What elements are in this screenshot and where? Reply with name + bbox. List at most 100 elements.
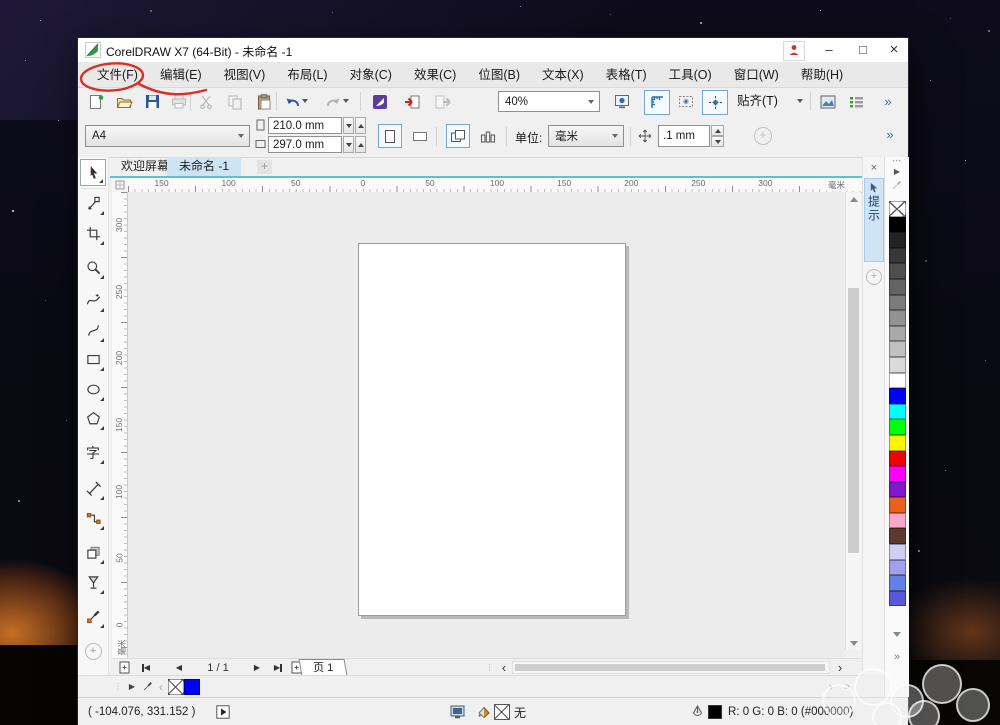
menu-item[interactable]: 视图(V) — [213, 62, 277, 88]
crop-tool[interactable] — [80, 220, 106, 247]
palette-swatch[interactable] — [888, 278, 906, 295]
palette-swatch[interactable] — [888, 388, 906, 404]
horizontal-scrollbar[interactable] — [512, 661, 830, 674]
polygon-tool[interactable] — [80, 405, 106, 432]
page-1-tab[interactable]: 页 1 — [298, 659, 348, 676]
menu-item[interactable]: 工具(O) — [658, 62, 723, 88]
redo-icon[interactable] — [321, 90, 345, 113]
palette-swatch[interactable] — [888, 325, 906, 342]
palette-swatch[interactable] — [888, 247, 906, 264]
drawing-canvas[interactable] — [128, 192, 845, 658]
doc-palette-eyedropper-icon[interactable] — [140, 678, 154, 695]
close-button[interactable]: × — [881, 40, 907, 60]
maximize-button[interactable]: □ — [850, 40, 876, 60]
doc-palette-flyout-icon[interactable]: ▶ — [126, 678, 138, 695]
palette-swatch[interactable] — [888, 294, 906, 311]
add-tool-button[interactable]: + — [78, 643, 108, 660]
paste-icon[interactable] — [252, 90, 276, 113]
copy-icon[interactable] — [223, 90, 247, 113]
palette-drag-handle[interactable]: ••• — [885, 159, 909, 165]
palette-swatch[interactable] — [888, 512, 906, 529]
snap-to-toggle[interactable] — [702, 90, 728, 115]
transparency-tool[interactable] — [80, 569, 106, 596]
ellipse-tool[interactable] — [80, 376, 106, 403]
palette-swatch[interactable] — [888, 201, 906, 217]
palette-swatch[interactable] — [888, 372, 906, 389]
scroll-down-button[interactable] — [846, 636, 861, 650]
text-tool[interactable]: 字 — [80, 439, 106, 466]
zoom-tool[interactable] — [80, 254, 106, 281]
print-icon[interactable] — [167, 90, 191, 113]
page-layout-button[interactable] — [476, 124, 500, 148]
palette-swatch[interactable] — [888, 497, 906, 513]
h-scroll-left-button[interactable]: ‹ — [498, 660, 510, 675]
color-eyedropper-tool[interactable] — [80, 603, 106, 630]
palette-swatch[interactable] — [888, 403, 906, 420]
menu-item[interactable]: 帮助(H) — [790, 62, 854, 88]
horizontal-scrollbar-thumb[interactable] — [515, 664, 825, 671]
palette-swatch[interactable] — [888, 466, 906, 482]
all-pages-button[interactable] — [446, 124, 470, 148]
palette-swatch[interactable] — [888, 341, 906, 357]
play-details-icon[interactable] — [216, 698, 230, 725]
palette-swatch[interactable] — [888, 450, 906, 467]
page-height-input[interactable]: 297.0 mm — [268, 136, 342, 153]
splitter-handle[interactable]: ⋮ — [486, 660, 494, 675]
new-document-tab-button[interactable]: + — [257, 160, 272, 174]
vertical-ruler[interactable]: 300 250 200 150 100 50 0 — [112, 192, 128, 658]
palette-swatch[interactable] — [888, 356, 906, 373]
nudge-increase[interactable] — [711, 125, 724, 136]
units-combobox[interactable]: 毫米 — [548, 125, 624, 147]
palette-swatch[interactable] — [888, 575, 906, 591]
freehand-tool[interactable] — [80, 287, 106, 314]
landscape-orientation-button[interactable] — [408, 124, 432, 148]
minimize-button[interactable]: – — [816, 40, 842, 60]
page-height-increase[interactable] — [355, 136, 366, 153]
toolbar-overflow-button[interactable]: » — [876, 90, 900, 113]
palette-swatch[interactable] — [888, 419, 906, 435]
menu-item[interactable]: 编辑(E) — [149, 62, 213, 88]
document-page[interactable] — [358, 243, 626, 616]
account-icon[interactable] — [783, 41, 805, 61]
page-size-combobox[interactable]: A4 — [85, 125, 250, 147]
palette-swatch[interactable] — [888, 232, 906, 248]
hints-docker-tab[interactable]: 提示 — [864, 178, 884, 262]
docker-add-icon[interactable]: + — [866, 269, 882, 285]
scroll-up-button[interactable] — [846, 192, 861, 206]
cut-icon[interactable] — [194, 90, 218, 113]
menu-item[interactable]: 效果(C) — [403, 62, 467, 88]
add-property-icon[interactable]: + — [754, 127, 772, 145]
horizontal-ruler[interactable]: 15010050050100150200250300350 — [128, 178, 866, 193]
application-launcher-icon[interactable] — [368, 90, 392, 113]
drop-shadow-tool[interactable] — [80, 539, 106, 566]
new-document-icon[interactable] — [84, 90, 108, 113]
doc-palette-handle[interactable]: ⋮ — [114, 678, 122, 695]
page-height-decrease[interactable] — [343, 136, 354, 153]
vertical-scrollbar-thumb[interactable] — [848, 288, 859, 553]
portrait-orientation-button[interactable] — [378, 124, 402, 148]
page-width-increase[interactable] — [355, 117, 366, 134]
menu-item[interactable]: 文件(F) — [86, 62, 149, 88]
menu-item[interactable]: 布局(L) — [276, 62, 338, 88]
menu-item[interactable]: 对象(C) — [339, 62, 403, 88]
vertical-scrollbar[interactable] — [845, 192, 861, 650]
palette-swatch[interactable] — [888, 590, 906, 607]
options-image-icon[interactable] — [816, 90, 840, 113]
menu-item[interactable]: 表格(T) — [595, 62, 658, 88]
first-page-button[interactable]: ◀ — [138, 660, 154, 675]
last-page-button[interactable]: ▶ — [270, 660, 286, 675]
add-page-icon-left[interactable] — [116, 660, 132, 675]
export-icon[interactable] — [430, 90, 454, 113]
docker-close-icon[interactable]: × — [867, 161, 881, 175]
palette-overflow-icon[interactable]: » — [885, 651, 909, 663]
snap-dropdown-icon[interactable] — [797, 99, 803, 103]
page-width-input[interactable]: 210.0 mm — [268, 117, 342, 134]
doc-palette-scroll-left[interactable]: ‹ — [156, 678, 166, 695]
previous-page-button[interactable]: ◀ — [172, 660, 186, 675]
rectangle-tool[interactable] — [80, 346, 106, 373]
nudge-decrease[interactable] — [711, 136, 724, 147]
menu-item[interactable]: 窗口(W) — [723, 62, 790, 88]
doc-palette-swatch[interactable] — [184, 678, 200, 695]
palette-swatch[interactable] — [888, 481, 906, 498]
doc-palette-swatch[interactable] — [168, 678, 184, 695]
